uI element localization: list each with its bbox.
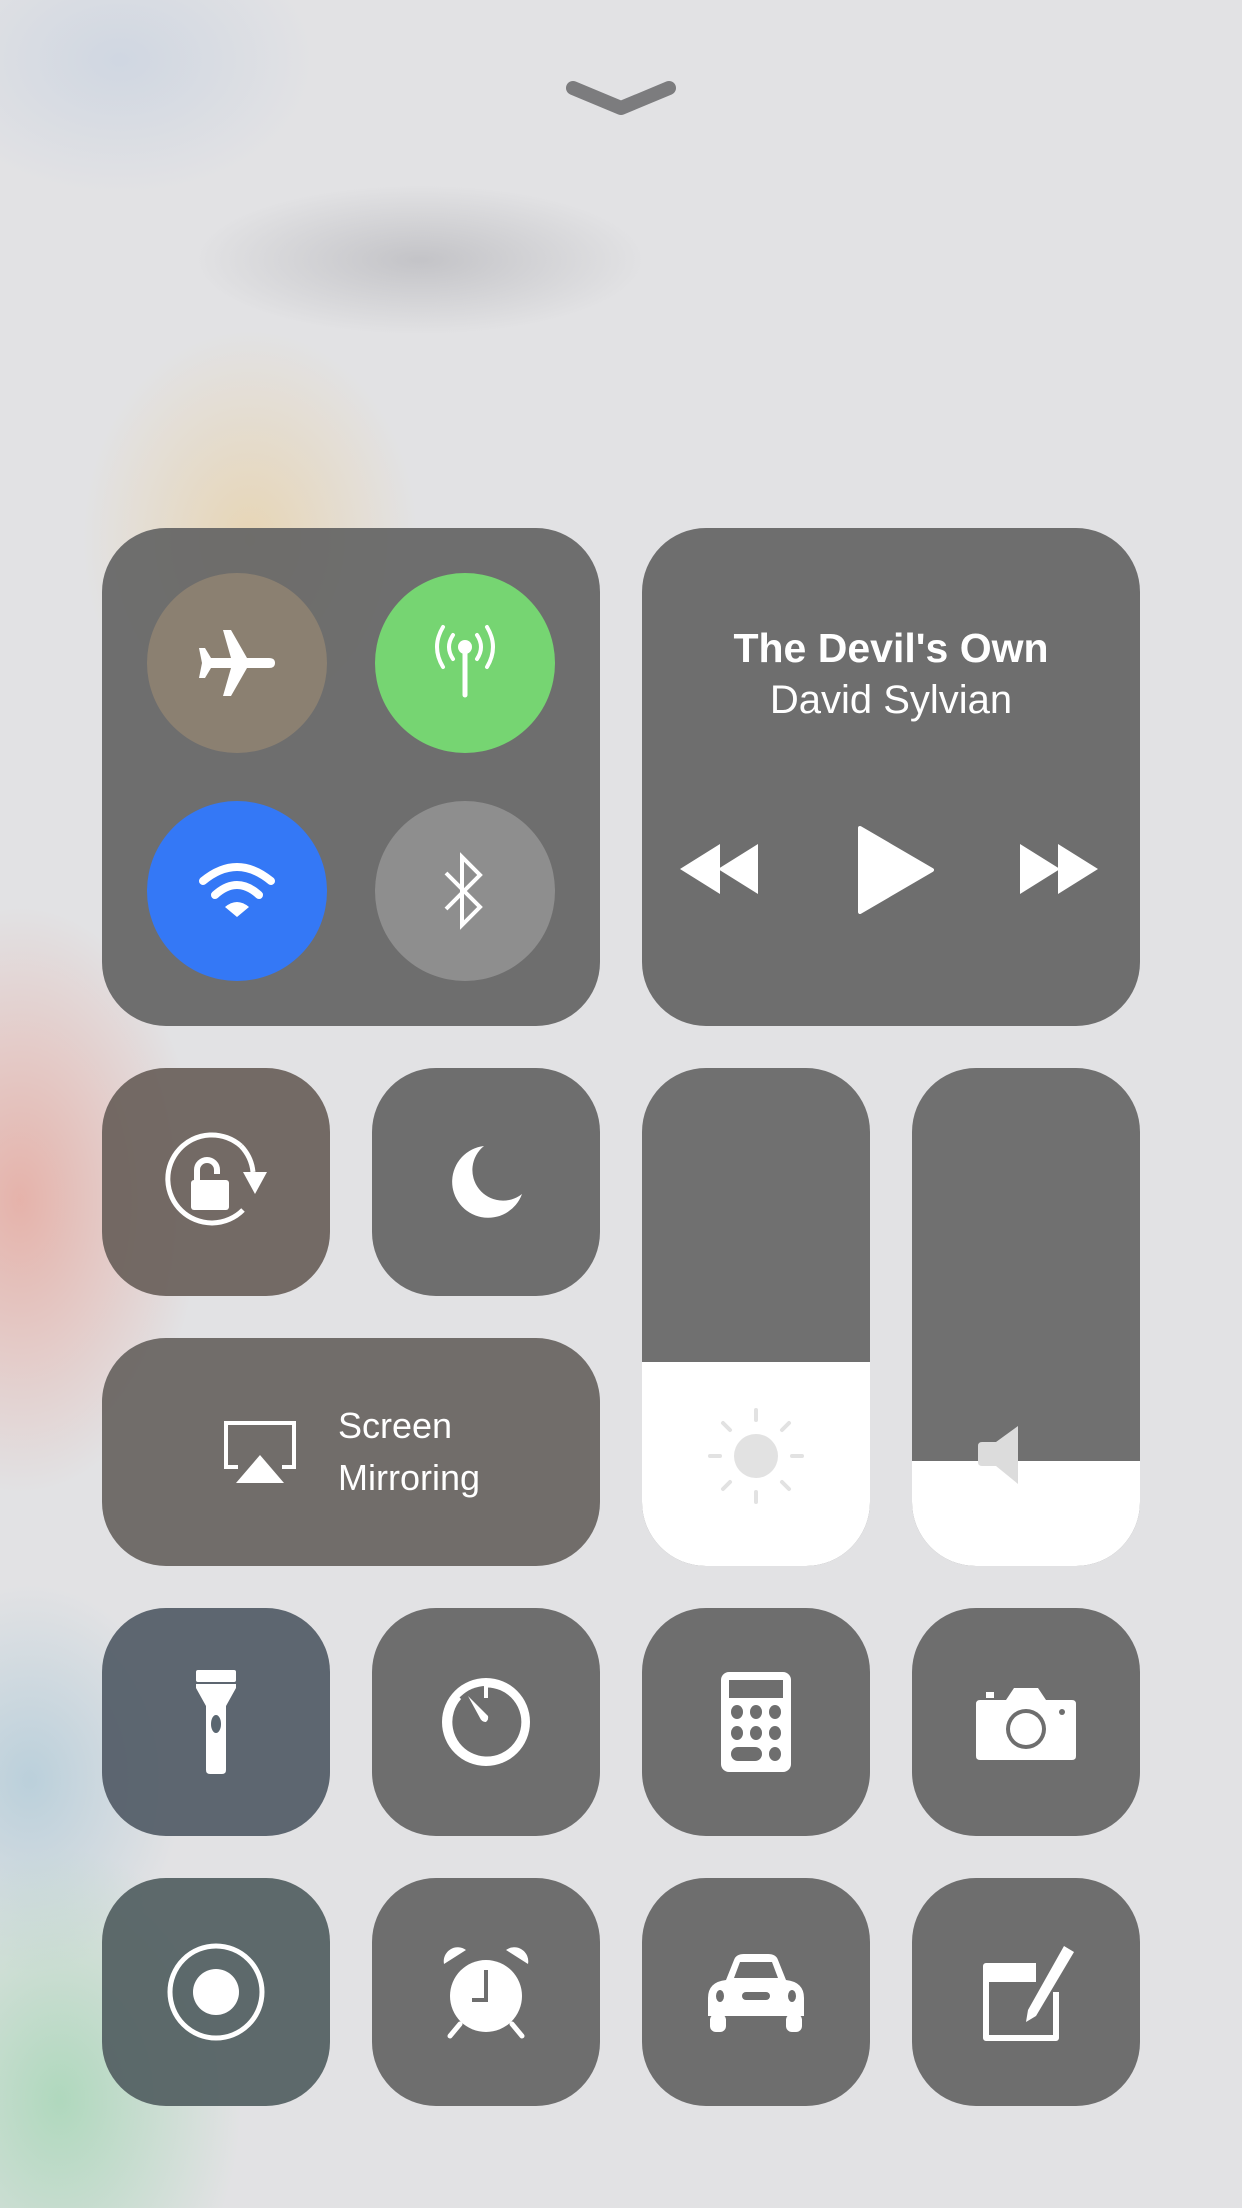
record-icon (167, 1943, 265, 2041)
volume-slider[interactable] (912, 1068, 1140, 1566)
play-icon (858, 826, 934, 914)
timer-button[interactable] (372, 1608, 600, 1836)
do-not-disturb-toggle[interactable] (372, 1068, 600, 1296)
cellular-antenna-icon (435, 625, 495, 698)
calculator-icon (721, 1672, 791, 1772)
alarm-clock-icon (443, 1947, 529, 2039)
sun-icon (708, 1408, 804, 1504)
bluetooth-icon (444, 852, 483, 930)
flashlight-button[interactable] (102, 1608, 330, 1836)
orientation-lock-toggle[interactable] (102, 1068, 330, 1296)
rewind-icon (680, 844, 758, 894)
screen-mirroring-button[interactable]: Screen Mirroring (102, 1338, 600, 1566)
rewind-button[interactable] (680, 844, 760, 894)
song-title: The Devil's Own (733, 625, 1049, 671)
airplane-mode-toggle[interactable] (147, 573, 327, 753)
flashlight-icon (196, 1670, 236, 1774)
fast-forward-icon (1020, 844, 1098, 894)
fast-forward-button[interactable] (1020, 844, 1100, 894)
rotation-lock-icon (165, 1132, 267, 1226)
calculator-button[interactable] (642, 1608, 870, 1836)
connectivity-panel (102, 528, 600, 1026)
notes-button[interactable] (912, 1878, 1140, 2106)
brightness-slider[interactable] (642, 1068, 870, 1566)
car-icon (708, 1954, 804, 2032)
chevron-down-icon (566, 81, 676, 115)
wifi-icon (199, 863, 275, 917)
timer-icon (442, 1678, 530, 1766)
dismiss-handle[interactable] (565, 78, 677, 118)
camera-icon (976, 1688, 1076, 1760)
now-playing-panel: The Devil's Own David Sylvian (642, 528, 1140, 1026)
bluetooth-toggle[interactable] (375, 801, 555, 981)
driving-mode-button[interactable] (642, 1878, 870, 2106)
screen-recording-button[interactable] (102, 1878, 330, 2106)
song-artist: David Sylvian (769, 678, 1013, 722)
speaker-icon (978, 1426, 1018, 1484)
airplay-icon (223, 1421, 296, 1483)
screen-mirroring-label: Screen Mirroring (337, 1405, 480, 1498)
notes-icon (983, 1946, 1074, 2041)
play-button[interactable] (856, 826, 934, 914)
moon-icon (452, 1146, 522, 1218)
volume-level-fill (912, 1461, 1140, 1566)
airplane-icon (199, 630, 275, 696)
cellular-data-toggle[interactable] (375, 573, 555, 753)
camera-button[interactable] (912, 1608, 1140, 1836)
alarm-button[interactable] (372, 1878, 600, 2106)
wifi-toggle[interactable] (147, 801, 327, 981)
